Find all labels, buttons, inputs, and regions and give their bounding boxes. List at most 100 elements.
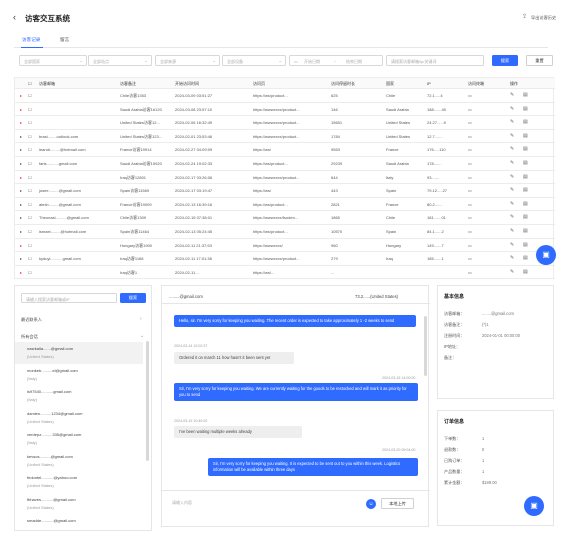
row-checkbox[interactable]: ☐ xyxy=(28,239,32,253)
local-upload-button[interactable]: 本地上传 xyxy=(381,498,414,509)
row-checkbox[interactable]: ☐ xyxy=(28,103,32,117)
table-row[interactable]: ▸ ☐ Iraq访客12801 2024-02-17 03:26:06 https://… xyxy=(15,171,555,185)
contact-item[interactable]: fbhaves...........@gmail.com (United Stat… xyxy=(15,493,143,515)
edit-icon[interactable]: ✎ xyxy=(510,116,514,130)
group-all-sessions[interactable]: 所有会话 xyxy=(21,334,38,340)
delete-icon[interactable]: ▤ xyxy=(523,143,528,157)
edit-icon[interactable]: ✎ xyxy=(510,184,514,198)
chat-fab-button-2[interactable]: ▣ xyxy=(524,496,544,516)
table-row[interactable]: ▸ ☐ leandr.........@hotmail.com France访客199… xyxy=(15,143,555,157)
delete-icon[interactable]: ▤ xyxy=(523,252,528,266)
end-date[interactable]: 结束日期 xyxy=(346,59,362,65)
row-checkbox[interactable]: ☐ xyxy=(28,143,32,157)
table-row[interactable]: ▸ ☐ brasi........outlook.com United States访… xyxy=(15,130,555,144)
expand-row-icon[interactable]: ▸ xyxy=(20,184,22,198)
export-history-link[interactable]: 导出访客历史 xyxy=(531,15,556,21)
row-checkbox[interactable]: ☐ xyxy=(28,225,32,239)
edit-icon[interactable]: ✎ xyxy=(510,171,514,185)
chat-scrollbar[interactable] xyxy=(424,316,427,376)
table-row[interactable]: ▸ ☐ Theonasi..........@gmail.com Chile访客130… xyxy=(15,211,555,225)
row-checkbox[interactable]: ☐ xyxy=(28,211,32,225)
contact-item[interactable]: ls97540...........gmail.com (Italy) xyxy=(15,385,143,407)
delete-icon[interactable]: ▤ xyxy=(523,171,528,185)
expand-row-icon[interactable]: ▸ xyxy=(20,143,22,157)
row-checkbox[interactable]: ☐ xyxy=(28,89,32,103)
delete-icon[interactable]: ▤ xyxy=(523,239,528,253)
export-icon[interactable]: ⇪ xyxy=(522,13,527,20)
country-select[interactable]: 全部国家 ⌄ xyxy=(19,55,87,66)
date-range-picker[interactable]: ▭ 开始日期 ~ 结束日期 xyxy=(289,55,383,66)
group-recent-contacts[interactable]: 最近联系人 xyxy=(21,317,42,323)
delete-icon[interactable]: ▤ xyxy=(523,157,528,171)
edit-icon[interactable]: ✎ xyxy=(510,225,514,239)
edit-icon[interactable]: ✎ xyxy=(510,198,514,212)
contact-search-button[interactable]: 搜索 xyxy=(120,293,146,303)
edit-icon[interactable]: ✎ xyxy=(510,157,514,171)
emoji-icon[interactable]: ☺ xyxy=(366,499,376,509)
edit-icon[interactable]: ✎ xyxy=(510,103,514,117)
table-row[interactable]: ▸ ☐ ismael.........@hotmail.com Spain访客1146… xyxy=(15,225,555,239)
expand-row-icon[interactable]: ▸ xyxy=(20,211,22,225)
table-row[interactable]: ▸ ☐ Saudi Arabia访客16120 2024-03-08 23:57:10… xyxy=(15,103,555,117)
table-row[interactable]: ▸ ☐ kyduyi...........gmail.com Iraq访客1168 20… xyxy=(15,252,555,266)
expand-row-icon[interactable]: ▸ xyxy=(20,103,22,117)
row-checkbox[interactable]: ☐ xyxy=(28,266,32,280)
back-chevron-icon[interactable]: ‹ xyxy=(13,12,16,22)
expand-row-icon[interactable]: ▸ xyxy=(20,266,22,280)
delete-icon[interactable]: ▤ xyxy=(523,184,528,198)
expand-row-icon[interactable]: ▸ xyxy=(20,157,22,171)
edit-icon[interactable]: ✎ xyxy=(510,130,514,144)
contact-search-input[interactable]: 请输入搜索访客邮箱或IP xyxy=(21,293,117,303)
row-checkbox[interactable]: ☐ xyxy=(28,252,32,266)
contact-item[interactable]: damien..........1234@gmail.com (United St… xyxy=(15,407,143,429)
select-all-checkbox[interactable]: ☐ xyxy=(28,78,32,89)
expand-row-icon[interactable]: ▸ xyxy=(20,252,22,266)
search-button[interactable]: 搜索 xyxy=(492,55,518,66)
edit-icon[interactable]: ✎ xyxy=(510,143,514,157)
edit-icon[interactable]: ✎ xyxy=(510,239,514,253)
message-input[interactable]: 请输入内容 xyxy=(168,496,360,512)
delete-icon[interactable]: ▤ xyxy=(523,211,528,225)
start-date[interactable]: 开始日期 xyxy=(304,59,320,65)
edit-icon[interactable]: ✎ xyxy=(510,252,514,266)
device-select[interactable]: 全部设备 ⌄ xyxy=(222,55,286,66)
source-select[interactable]: 全部来源 ⌄ xyxy=(155,55,220,66)
delete-icon[interactable]: ▤ xyxy=(523,89,528,103)
expand-row-icon[interactable]: ▸ xyxy=(20,198,22,212)
keyword-search-input[interactable]: 请搜索访客邮箱/ip/关键词 xyxy=(386,55,484,66)
contact-item[interactable]: verdepz..........335@gmail.com (Italy) xyxy=(15,428,143,450)
delete-icon[interactable]: ▤ xyxy=(523,116,528,130)
table-row[interactable]: ▸ ☐ alexb.........@gmail.com France访客19009 2… xyxy=(15,198,555,212)
row-checkbox[interactable]: ☐ xyxy=(28,184,32,198)
row-checkbox[interactable]: ☐ xyxy=(28,130,32,144)
table-row[interactable]: ▸ ☐ josee.........@gmail.com Spain访客11569 20… xyxy=(15,184,555,198)
expand-row-icon[interactable]: ▸ xyxy=(20,89,22,103)
expand-row-icon[interactable]: ▸ xyxy=(20,130,22,144)
edit-icon[interactable]: ✎ xyxy=(510,211,514,225)
delete-icon[interactable]: ▤ xyxy=(523,103,528,117)
row-checkbox[interactable]: ☐ xyxy=(28,157,32,171)
site-select[interactable]: 全部站点 ⌄ xyxy=(88,55,152,66)
edit-icon[interactable]: ✎ xyxy=(510,89,514,103)
delete-icon[interactable]: ▤ xyxy=(523,225,528,239)
contact-item[interactable]: smadde...........@gmail.com xyxy=(15,514,143,530)
contact-item[interactable]: fedontel...........@yahoo.com (United Sta… xyxy=(15,471,143,493)
table-row[interactable]: ▸ ☐ Chile访客1353 2024-03-09 03:51:27 https://… xyxy=(15,89,555,103)
table-row[interactable]: ▸ ☐ Iraq访客1 2024-02-11 ... https://ws/......… xyxy=(15,266,555,280)
contact-item[interactable]: kevsos..........@gmail.com (United States… xyxy=(15,450,143,472)
table-row[interactable]: ▸ ☐ Hungary访客1900 2024-02-11 21:37:53 https:… xyxy=(15,239,555,253)
contact-item[interactable]: nasrkalla.......@gmail.com (United States… xyxy=(15,342,143,364)
expand-row-icon[interactable]: ▸ xyxy=(20,171,22,185)
table-row[interactable]: ▸ ☐ United States访客12... 2024-02-06 16:32:4… xyxy=(15,116,555,130)
expand-row-icon[interactable]: ▸ xyxy=(20,239,22,253)
delete-icon[interactable]: ▤ xyxy=(523,266,528,280)
expand-row-icon[interactable]: ▸ xyxy=(20,225,22,239)
edit-icon[interactable]: ✎ xyxy=(510,266,514,280)
row-checkbox[interactable]: ☐ xyxy=(28,171,32,185)
expand-row-icon[interactable]: ▸ xyxy=(20,116,22,130)
delete-icon[interactable]: ▤ xyxy=(523,130,528,144)
row-checkbox[interactable]: ☐ xyxy=(28,198,32,212)
delete-icon[interactable]: ▤ xyxy=(523,198,528,212)
contact-item[interactable]: monkeb..........el@gmail.com (Italy) xyxy=(15,364,143,386)
tab-messages[interactable]: 留言 xyxy=(60,37,69,43)
